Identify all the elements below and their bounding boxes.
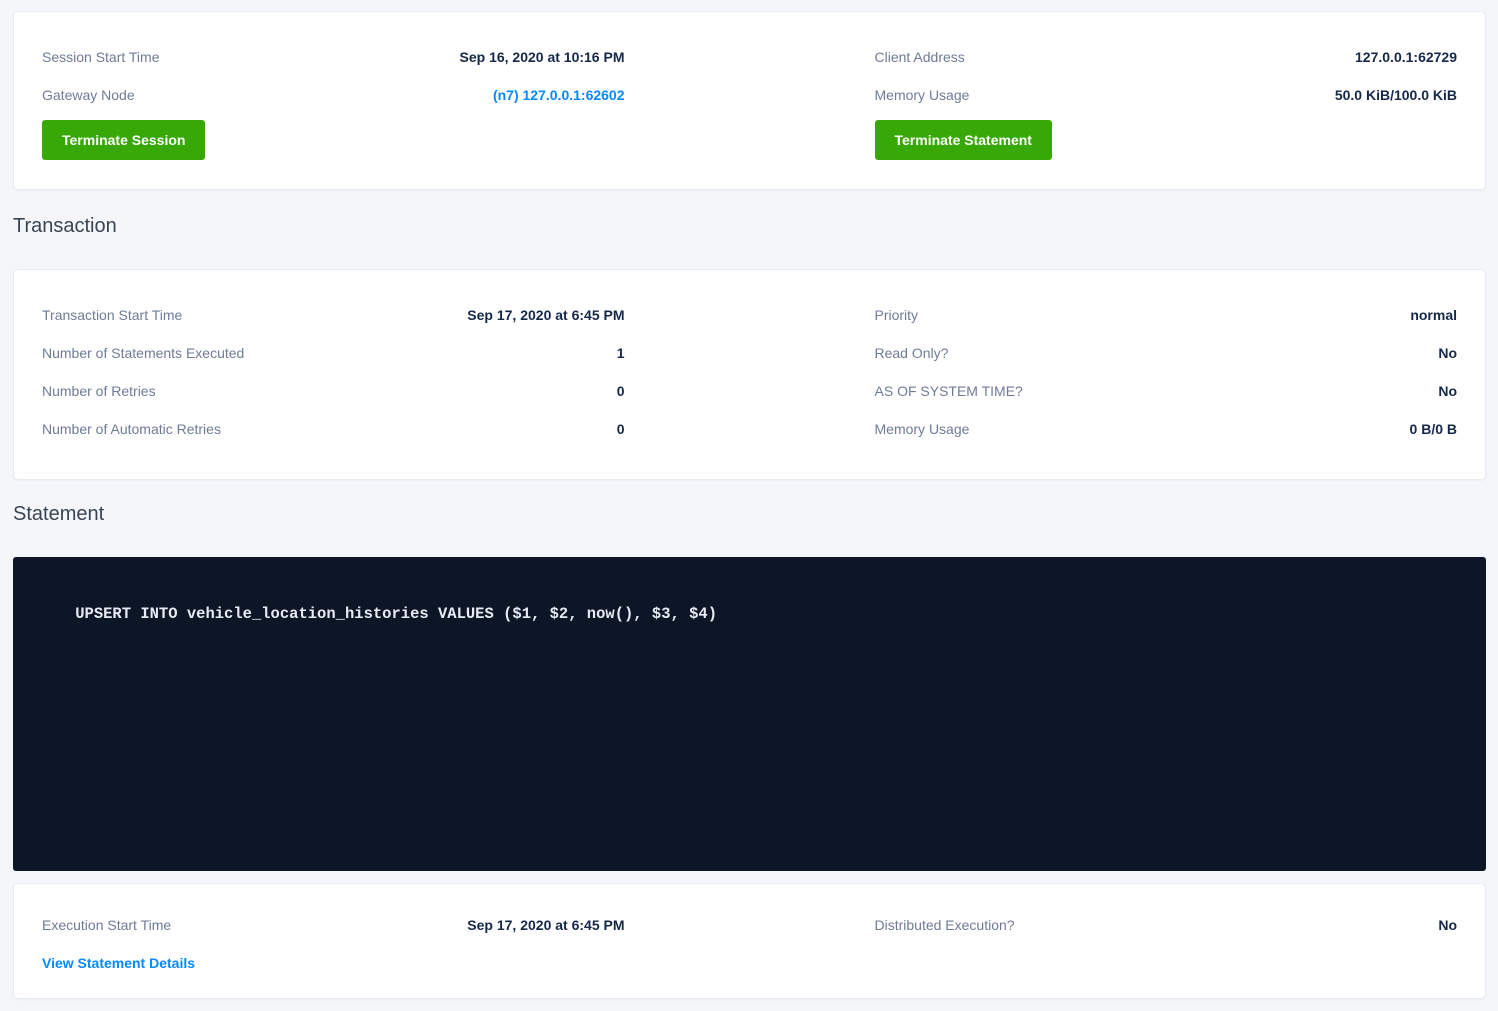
client-address-label: Client Address — [875, 49, 965, 65]
row-priority: Priority normal — [875, 296, 1458, 334]
execution-start-time-label: Execution Start Time — [42, 917, 171, 933]
number-of-retries-label: Number of Retries — [42, 383, 156, 399]
terminate-session-button[interactable]: Terminate Session — [42, 120, 205, 160]
row-client-address: Client Address 127.0.0.1:62729 — [875, 38, 1458, 76]
row-statements-executed: Number of Statements Executed 1 — [42, 334, 625, 372]
client-address-value: 127.0.0.1:62729 — [1355, 49, 1457, 65]
execution-start-time-value: Sep 17, 2020 at 6:45 PM — [467, 917, 624, 933]
session-card: Session Start Time Sep 16, 2020 at 10:16… — [13, 11, 1486, 190]
as-of-system-time-value: No — [1438, 383, 1457, 399]
transaction-section-heading: Transaction — [13, 214, 1486, 238]
row-distributed-execution: Distributed Execution? No — [875, 906, 1458, 944]
row-view-statement-details: View Statement Details — [42, 944, 625, 982]
transaction-card-right-column: Priority normal Read Only? No AS OF SYST… — [875, 296, 1458, 448]
row-session-memory-usage: Memory Usage 50.0 KiB/100.0 KiB — [875, 76, 1458, 114]
statements-executed-value: 1 — [617, 345, 625, 361]
read-only-label: Read Only? — [875, 345, 949, 361]
session-card-grid: Session Start Time Sep 16, 2020 at 10:16… — [14, 12, 1485, 189]
session-start-time-label: Session Start Time — [42, 49, 160, 65]
session-memory-usage-value: 50.0 KiB/100.0 KiB — [1335, 87, 1457, 103]
statement-section-heading: Statement — [13, 502, 1486, 526]
transaction-card-grid: Transaction Start Time Sep 17, 2020 at 6… — [14, 270, 1485, 479]
distributed-execution-label: Distributed Execution? — [875, 917, 1015, 933]
row-automatic-retries: Number of Automatic Retries 0 — [42, 410, 625, 448]
transaction-card-left-column: Transaction Start Time Sep 17, 2020 at 6… — [42, 296, 625, 448]
view-statement-details-link[interactable]: View Statement Details — [42, 955, 195, 971]
statement-sql-text: UPSERT INTO vehicle_location_histories V… — [75, 605, 717, 623]
execution-card-grid: Execution Start Time Sep 17, 2020 at 6:4… — [14, 884, 1485, 998]
automatic-retries-label: Number of Automatic Retries — [42, 421, 221, 437]
row-read-only: Read Only? No — [875, 334, 1458, 372]
distributed-execution-value: No — [1438, 917, 1457, 933]
as-of-system-time-label: AS OF SYSTEM TIME? — [875, 383, 1023, 399]
row-transaction-start-time: Transaction Start Time Sep 17, 2020 at 6… — [42, 296, 625, 334]
session-card-right-column: Client Address 127.0.0.1:62729 Memory Us… — [875, 38, 1458, 160]
row-gateway-node: Gateway Node (n7) 127.0.0.1:62602 — [42, 76, 625, 114]
number-of-retries-value: 0 — [617, 383, 625, 399]
transaction-start-time-value: Sep 17, 2020 at 6:45 PM — [467, 307, 624, 323]
transaction-card: Transaction Start Time Sep 17, 2020 at 6… — [13, 269, 1486, 480]
session-card-left-column: Session Start Time Sep 16, 2020 at 10:16… — [42, 38, 625, 160]
statement-sql-box: UPSERT INTO vehicle_location_histories V… — [13, 557, 1486, 871]
row-number-of-retries: Number of Retries 0 — [42, 372, 625, 410]
transaction-memory-usage-value: 0 B/0 B — [1410, 421, 1457, 437]
gateway-node-link[interactable]: (n7) 127.0.0.1:62602 — [493, 87, 625, 103]
read-only-value: No — [1438, 345, 1457, 361]
execution-card-right-column: Distributed Execution? No — [875, 906, 1458, 982]
row-session-start-time: Session Start Time Sep 16, 2020 at 10:16… — [42, 38, 625, 76]
row-transaction-memory-usage: Memory Usage 0 B/0 B — [875, 410, 1458, 448]
priority-label: Priority — [875, 307, 919, 323]
session-details-page: Session Start Time Sep 16, 2020 at 10:16… — [0, 0, 1498, 1011]
session-memory-usage-label: Memory Usage — [875, 87, 970, 103]
session-start-time-value: Sep 16, 2020 at 10:16 PM — [460, 49, 625, 65]
terminate-statement-button[interactable]: Terminate Statement — [875, 120, 1052, 160]
priority-value: normal — [1410, 307, 1457, 323]
transaction-memory-usage-label: Memory Usage — [875, 421, 970, 437]
row-execution-start-time: Execution Start Time Sep 17, 2020 at 6:4… — [42, 906, 625, 944]
execution-card: Execution Start Time Sep 17, 2020 at 6:4… — [13, 883, 1486, 999]
statements-executed-label: Number of Statements Executed — [42, 345, 244, 361]
automatic-retries-value: 0 — [617, 421, 625, 437]
gateway-node-label: Gateway Node — [42, 87, 135, 103]
row-as-of-system-time: AS OF SYSTEM TIME? No — [875, 372, 1458, 410]
transaction-start-time-label: Transaction Start Time — [42, 307, 182, 323]
execution-card-left-column: Execution Start Time Sep 17, 2020 at 6:4… — [42, 906, 625, 982]
